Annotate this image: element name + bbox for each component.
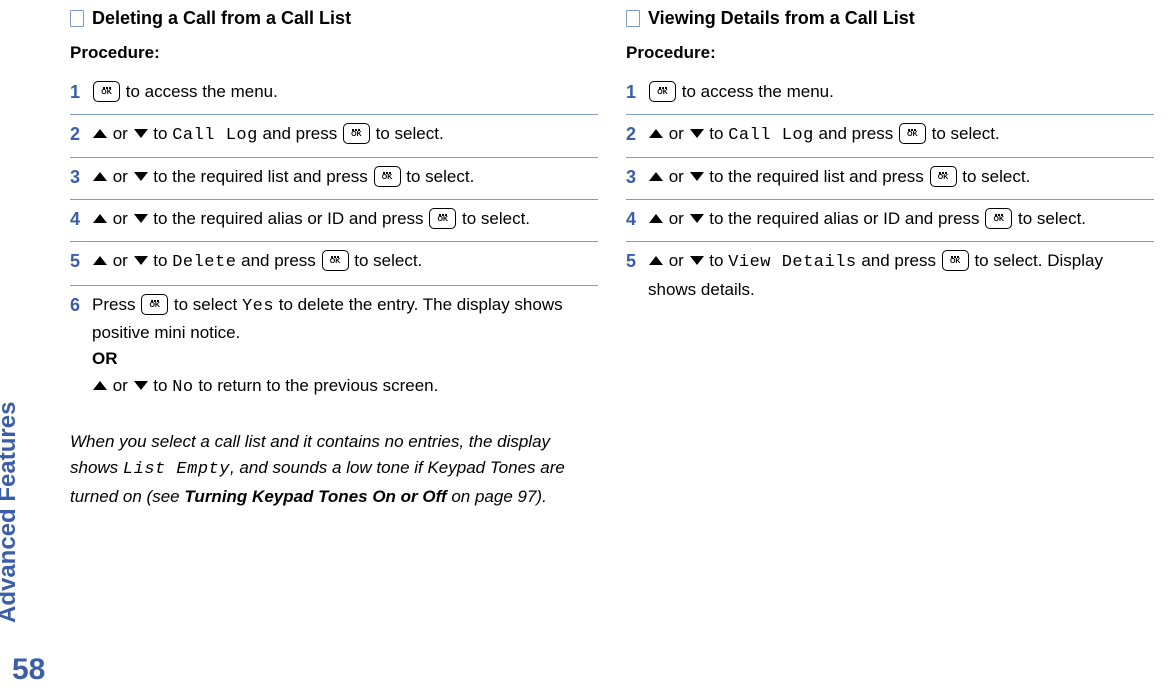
down-arrow-icon <box>134 214 148 223</box>
step-number: 1 <box>626 79 648 106</box>
or-separator: OR <box>92 349 118 368</box>
step-number: 2 <box>626 121 648 149</box>
ok-key-icon: OK <box>930 166 957 187</box>
down-arrow-icon <box>690 172 704 181</box>
step-body: OK to access the menu. <box>92 79 598 106</box>
down-arrow-icon <box>690 256 704 265</box>
menu-view-details: View Details <box>728 253 856 272</box>
step-5: 5 or to View Details and press OK to sel… <box>626 242 1154 311</box>
step-number: 5 <box>626 248 648 303</box>
section-heading-delete: Deleting a Call from a Call List <box>70 8 598 29</box>
down-arrow-icon <box>134 172 148 181</box>
step-body: or to the required list and press OK to … <box>92 164 598 191</box>
down-arrow-icon <box>134 129 148 138</box>
page-number: 58 <box>12 653 45 687</box>
section-heading-view: Viewing Details from a Call List <box>626 8 1154 29</box>
menu-list-empty: List Empty <box>123 460 230 479</box>
heading-marker-icon <box>70 10 84 27</box>
menu-yes: Yes <box>242 297 274 316</box>
up-arrow-icon <box>93 381 107 390</box>
step-body: or to View Details and press OK to selec… <box>648 248 1154 303</box>
step-1: 1 OK to access the menu. <box>70 73 598 115</box>
step-5: 5 or to Delete and press OK to select. <box>70 242 598 285</box>
heading-title: Viewing Details from a Call List <box>648 8 915 29</box>
ok-key-icon: OK <box>374 166 401 187</box>
step-6: 6 Press OK to select Yes to delete the e… <box>70 286 598 409</box>
step-body: or to the required alias or ID and press… <box>92 206 598 233</box>
content: Deleting a Call from a Call List Procedu… <box>70 0 1172 693</box>
step-number: 4 <box>70 206 92 233</box>
step-number: 1 <box>70 79 92 106</box>
step-2: 2 or to Call Log and press OK to select. <box>626 115 1154 158</box>
step-body: or to the required alias or ID and press… <box>648 206 1154 233</box>
ok-key-icon: OK <box>429 208 456 229</box>
note-paragraph: When you select a call list and it conta… <box>70 429 598 510</box>
step-3: 3 or to the required list and press OK t… <box>70 158 598 200</box>
step-number: 5 <box>70 248 92 276</box>
col-left: Deleting a Call from a Call List Procedu… <box>70 0 598 693</box>
sidebar: Advanced Features 58 <box>0 0 70 693</box>
up-arrow-icon <box>649 256 663 265</box>
step-1: 1 OK to access the menu. <box>626 73 1154 115</box>
ok-key-icon: OK <box>899 123 926 144</box>
menu-delete: Delete <box>172 253 236 272</box>
step-number: 3 <box>626 164 648 191</box>
step-body: OK to access the menu. <box>648 79 1154 106</box>
ok-key-icon: OK <box>141 294 168 315</box>
step-body: Press OK to select Yes to delete the ent… <box>92 292 598 401</box>
step-body: or to Delete and press OK to select. <box>92 248 598 276</box>
step-number: 4 <box>626 206 648 233</box>
step-body: or to Call Log and press OK to select. <box>648 121 1154 149</box>
heading-title: Deleting a Call from a Call List <box>92 8 351 29</box>
step-number: 6 <box>70 292 92 401</box>
up-arrow-icon <box>649 214 663 223</box>
ok-key-icon: OK <box>942 250 969 271</box>
menu-no: No <box>172 378 193 397</box>
ok-key-icon: OK <box>649 81 676 102</box>
up-arrow-icon <box>93 214 107 223</box>
up-arrow-icon <box>649 129 663 138</box>
step-text: to access the menu. <box>121 82 278 101</box>
ok-key-icon: OK <box>322 250 349 271</box>
step-body: or to the required list and press OK to … <box>648 164 1154 191</box>
menu-call-log: Call Log <box>172 126 258 145</box>
up-arrow-icon <box>93 172 107 181</box>
steps-left: 1 OK to access the menu. 2 or to Call Lo… <box>70 73 598 409</box>
cross-ref: Turning Keypad Tones On or Off <box>184 487 446 506</box>
menu-call-log: Call Log <box>728 126 814 145</box>
steps-right: 1 OK to access the menu. 2 or to Call Lo… <box>626 73 1154 311</box>
ok-key-icon: OK <box>343 123 370 144</box>
down-arrow-icon <box>690 214 704 223</box>
step-number: 3 <box>70 164 92 191</box>
procedure-label: Procedure: <box>70 43 598 63</box>
up-arrow-icon <box>93 256 107 265</box>
step-4: 4 or to the required alias or ID and pre… <box>626 200 1154 242</box>
up-arrow-icon <box>93 129 107 138</box>
step-4: 4 or to the required alias or ID and pre… <box>70 200 598 242</box>
section-label: Advanced Features <box>0 402 22 623</box>
step-3: 3 or to the required list and press OK t… <box>626 158 1154 200</box>
down-arrow-icon <box>134 381 148 390</box>
step-body: or to Call Log and press OK to select. <box>92 121 598 149</box>
procedure-label: Procedure: <box>626 43 1154 63</box>
step-2: 2 or to Call Log and press OK to select. <box>70 115 598 158</box>
down-arrow-icon <box>134 256 148 265</box>
up-arrow-icon <box>649 172 663 181</box>
down-arrow-icon <box>690 129 704 138</box>
heading-marker-icon <box>626 10 640 27</box>
ok-key-icon: OK <box>93 81 120 102</box>
col-right: Viewing Details from a Call List Procedu… <box>626 0 1154 693</box>
step-number: 2 <box>70 121 92 149</box>
ok-key-icon: OK <box>985 208 1012 229</box>
